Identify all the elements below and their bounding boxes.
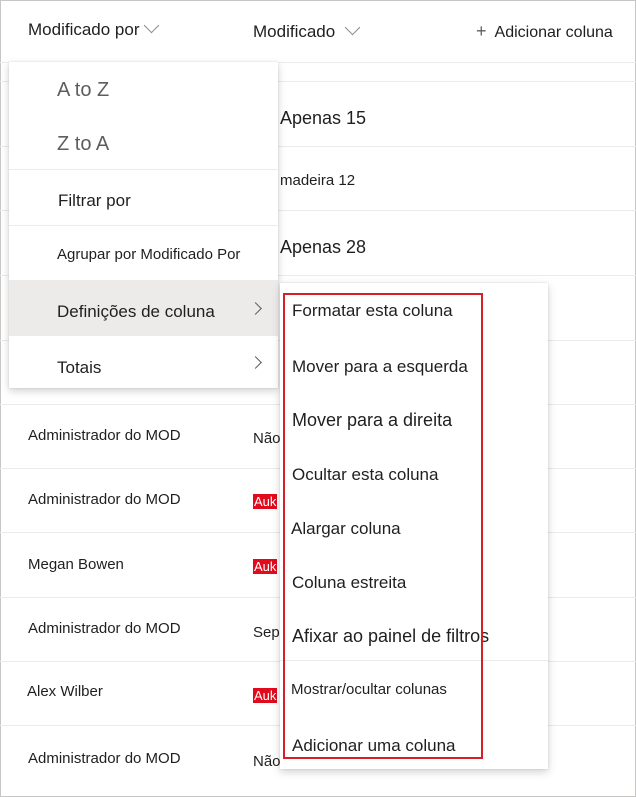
modified-by-cell: Administrador do MOD: [28, 491, 181, 508]
modified-by-cell: Administrador do MOD: [28, 427, 181, 444]
modified-cell: Auk: [253, 559, 278, 574]
highlight-box: [283, 293, 483, 759]
menu-item-group-by[interactable]: Agrupar por Modificado Por: [9, 226, 278, 280]
table-cell: madeira 12: [280, 172, 356, 189]
modified-cell: Não: [253, 753, 281, 770]
menu-item-sort-z-to-a[interactable]: Z to A: [9, 116, 278, 170]
modified-by-cell: Megan Bowen: [28, 556, 124, 573]
table-cell: Apenas 28: [280, 237, 367, 257]
column-header-modified-by-label: Modificado por: [28, 20, 140, 39]
modified-by-cell: Administrador do MOD: [28, 750, 181, 767]
modified-cell: Auk: [253, 494, 278, 509]
menu-item-totals[interactable]: Totais: [9, 336, 278, 388]
modified-by-cell: Administrador do MOD: [28, 620, 181, 637]
menu-item-label: Totais: [57, 358, 102, 377]
list-header: Modificado por Modificado + Adicionar col…: [0, 0, 636, 63]
modified-cell: Não: [253, 430, 281, 447]
table-cell: Apenas 15: [280, 108, 367, 128]
menu-item-sort-a-to-z[interactable]: A to Z: [9, 62, 278, 116]
chevron-down-icon: [344, 19, 361, 36]
add-column-label: Adicionar coluna: [494, 24, 613, 41]
menu-item-label: A to Z: [57, 79, 110, 101]
plus-icon: +: [476, 21, 487, 41]
chevron-down-icon: [143, 17, 159, 34]
modified-by-cell: Alex Wilber: [27, 683, 103, 700]
menu-item-label: Z to A: [57, 133, 110, 155]
menu-item-label: Filtrar por: [58, 191, 131, 210]
menu-item-column-settings[interactable]: Definições de coluna: [9, 280, 278, 336]
add-column-button[interactable]: + Adicionar coluna: [476, 21, 613, 42]
column-header-modified-by[interactable]: Modificado por: [28, 17, 159, 40]
menu-item-label: Agrupar por Modificado Por: [57, 246, 241, 263]
menu-item-filter-by[interactable]: Filtrar por: [9, 170, 278, 225]
modified-cell: Sep: [253, 624, 280, 641]
menu-item-label: Definições de coluna: [57, 302, 215, 321]
chevron-right-icon: [249, 302, 262, 315]
chevron-right-icon: [249, 356, 262, 369]
column-header-modified[interactable]: Modificado: [253, 19, 361, 42]
column-context-menu: A to Z Z to A Filtrar por Agrupar por Mo…: [9, 62, 278, 388]
modified-cell: Auk: [253, 688, 278, 703]
column-header-modified-label: Modificado: [253, 22, 336, 41]
